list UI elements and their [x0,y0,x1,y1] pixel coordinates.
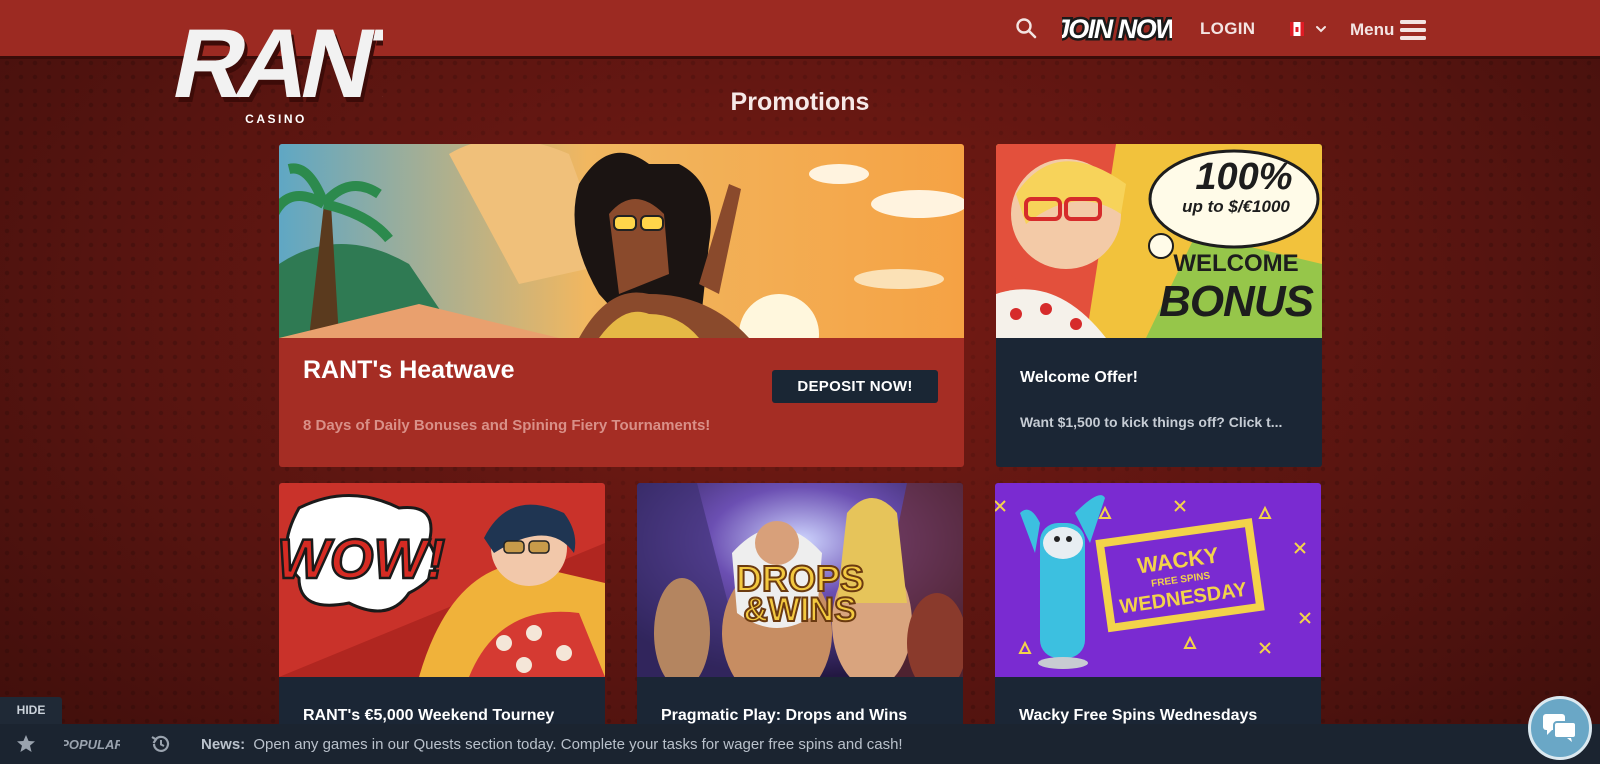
banner-wins: &WINS [743,591,856,629]
promo-subtitle: 8 Days of Daily Bonuses and Spining Fier… [303,417,711,434]
promo-subtitle: Want $1,500 to kick things off? Click t.… [1020,414,1283,430]
popular-games-icon[interactable]: POPULAR [60,734,124,754]
heatwave-banner-image [279,144,964,338]
promo-title: Pragmatic Play: Drops and Wins [661,707,908,724]
banner-bonus: BONUS [1159,277,1314,326]
country-selector[interactable] [1288,19,1333,39]
menu-button[interactable]: Menu [1350,17,1430,43]
promo-title: Welcome Offer! [1020,369,1138,386]
news-ticker: News: Open any games in our Quests secti… [201,736,903,753]
favorites-star-icon[interactable] [16,734,36,754]
banner-percent: 100% [1195,156,1292,198]
chevron-down-icon [1316,26,1326,33]
logo-subtitle: CASINO [245,112,307,126]
join-now-button[interactable]: JOIN NOW JOIN NOW [1052,8,1187,48]
deposit-now-button[interactable]: DEPOSIT NOW! [772,370,938,403]
rant-casino-logo[interactable]: RANT RANT CASINO [164,6,441,126]
chat-bubbles-icon [1543,714,1577,742]
promo-card-heatwave[interactable]: RANT's Heatwave DEPOSIT NOW! 8 Days of D… [279,144,964,467]
menu-label: Menu [1350,20,1395,39]
banner-wow: WOW! [279,527,445,590]
promo-card-wacky-wednesday[interactable]: WACKY FREE SPINS WEDNESDAY Wacky Free Sp… [995,483,1321,743]
promo-card-weekend-tourney[interactable]: WOW! RANT's €5,000 Weekend Tourney [279,483,605,743]
drops-and-wins-banner-image: DROPS &WINS [637,483,963,677]
history-icon[interactable] [150,733,172,755]
news-label: News: [201,736,246,753]
weekend-tourney-banner-image: WOW! [279,483,605,677]
welcome-bonus-banner-image: 100% up to $/€1000 WELCOME BONUS [996,144,1322,338]
hide-bar-button[interactable]: HIDE [0,697,62,724]
hamburger-icon [1400,20,1427,40]
bottom-quick-bar: POPULAR News: Open any games in our Ques… [0,724,1600,764]
promo-card-drops-and-wins[interactable]: DROPS &WINS Pragmatic Play: Drops and Wi… [637,483,963,743]
search-icon[interactable] [1015,17,1037,39]
banner-welcome: WELCOME [1173,250,1298,277]
join-now-label: JOIN NOW [1062,14,1172,44]
banner-amount: up to $/€1000 [1182,197,1290,216]
popular-label: POPULAR [64,737,120,752]
wacky-wednesday-banner-image: WACKY FREE SPINS WEDNESDAY [995,483,1321,677]
live-chat-button[interactable] [1528,696,1592,760]
promo-title: Wacky Free Spins Wednesdays [1019,707,1258,724]
login-link[interactable]: LOGIN [1200,19,1255,39]
logo-wordmark: RANT [168,9,383,119]
promo-card-welcome[interactable]: 100% up to $/€1000 WELCOME BONUS Welcome… [996,144,1322,467]
promo-title: RANT's Heatwave [303,356,515,384]
promo-title: RANT's €5,000 Weekend Tourney [303,707,555,724]
news-text: Open any games in our Quests section tod… [253,736,903,753]
